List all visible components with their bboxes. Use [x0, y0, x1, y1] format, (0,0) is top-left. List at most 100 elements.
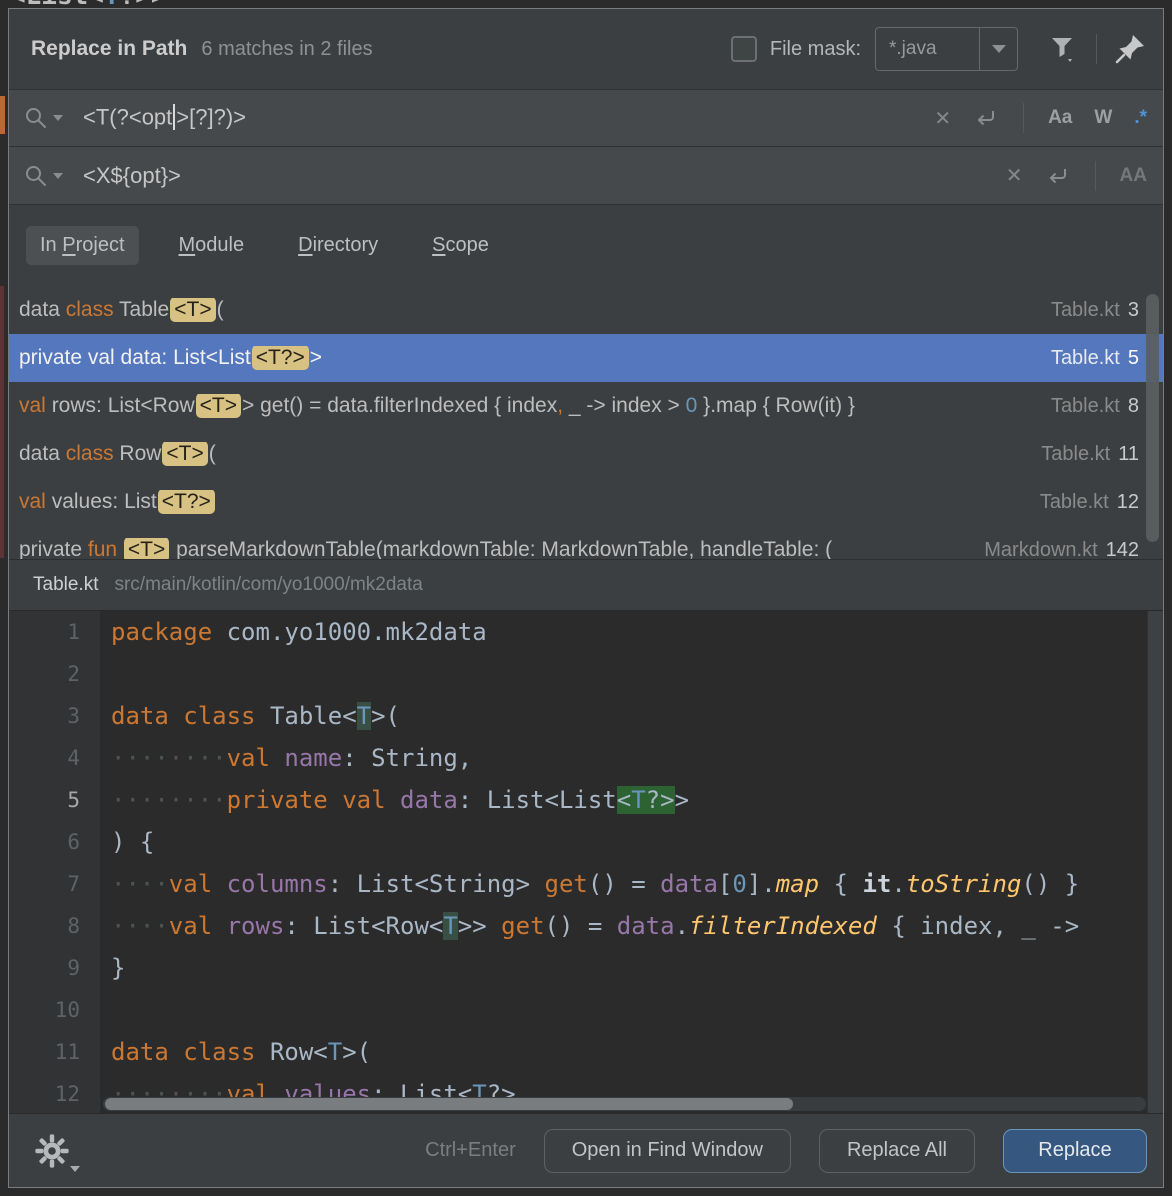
line-number: 6 [9, 821, 101, 863]
match-highlight: < [617, 786, 631, 814]
result-file-name: Table.kt [1041, 443, 1110, 465]
scope-tab-scope[interactable]: Scope [418, 226, 503, 265]
clear-search-button[interactable]: ✕ [934, 106, 951, 131]
result-row[interactable]: val rows: List<Row<T>> get() = data.filt… [9, 382, 1163, 430]
open-in-find-window-button[interactable]: Open in Find Window [544, 1129, 791, 1173]
result-row[interactable]: val values: List<T?>Table.kt12 [9, 478, 1163, 526]
code-line: 3data class Table<T>( [9, 695, 1163, 737]
background-gutter-mark [0, 96, 5, 134]
field-divider [1095, 161, 1096, 191]
code-segment: data class [111, 1038, 256, 1066]
file-mask-value: *.java [876, 38, 979, 60]
replace-input[interactable]: <X${opt}> [83, 163, 181, 189]
code-preview-editor[interactable]: 1package com.yo1000.mk2data23data class … [9, 611, 1163, 1113]
code-segment: : List<String> [328, 870, 545, 898]
search-input[interactable]: <T(?<opt>[?]?)> [83, 104, 246, 133]
match-highlight: <T?> [252, 346, 309, 370]
result-row[interactable]: data class Row<T>(Table.kt11 [9, 430, 1163, 478]
code-segment: >> [458, 912, 501, 940]
code-segment: ········ [111, 786, 227, 814]
filter-options-button[interactable] [1048, 33, 1078, 65]
editor-horizontal-scrollbar[interactable] [103, 1097, 1146, 1111]
chevron-down-icon [70, 1166, 80, 1172]
text-caret [173, 104, 175, 130]
code-segment: columns [227, 870, 328, 898]
code-segment: data class [111, 702, 256, 730]
result-file-name: Table.kt [1051, 299, 1120, 321]
code-line: 1package com.yo1000.mk2data [9, 611, 1163, 653]
result-row[interactable]: data class Table<T>(Table.kt3 [9, 286, 1163, 334]
editor-vertical-scrollbar[interactable] [1147, 611, 1163, 1113]
preserve-case-toggle[interactable]: AA [1120, 165, 1147, 187]
replace-field[interactable]: <X${opt}> ✕ AA [9, 147, 1163, 205]
match-highlight: T [443, 912, 457, 940]
result-row[interactable]: private fun <T> parseMarkdownTable(markd… [9, 526, 1163, 559]
replace-button[interactable]: Replace [1003, 1129, 1147, 1173]
result-line-number: 3 [1128, 299, 1139, 321]
scope-tab-directory[interactable]: Directory [284, 226, 392, 265]
settings-button[interactable] [33, 1132, 71, 1170]
code-segment: { [819, 870, 862, 898]
header-divider [1096, 34, 1097, 64]
result-row[interactable]: private val data: List<List<T?>>Table.kt… [9, 334, 1163, 382]
result-text: val values: List<T?> [19, 490, 1024, 514]
result-line-number: 8 [1128, 395, 1139, 417]
code-segment: class [66, 442, 120, 465]
code-text: data class Table<T>( [101, 695, 1163, 737]
scope-tabs: In Project Module Directory Scope [9, 205, 1163, 286]
code-segment: fun [88, 538, 123, 559]
replace-field-actions: ✕ AA [1006, 161, 1147, 191]
match-highlight: <T> [124, 538, 169, 559]
code-segment: data [617, 912, 675, 940]
scope-tab-in-project[interactable]: In Project [26, 226, 139, 265]
match-highlight: ?> [646, 786, 675, 814]
code-segment: get [545, 870, 588, 898]
file-mask-checkbox[interactable] [731, 36, 757, 62]
background-error-stripe [0, 286, 4, 558]
code-segment: com.yo1000.mk2data [212, 618, 487, 646]
code-line: 7····val columns: List<String> get() = d… [9, 863, 1163, 905]
search-history-button[interactable] [23, 105, 63, 131]
regex-toggle[interactable]: .* [1134, 107, 1147, 129]
line-number: 11 [9, 1031, 101, 1073]
replace-history-button[interactable] [23, 163, 63, 189]
code-text: package com.yo1000.mk2data [101, 611, 1163, 653]
whole-words-toggle[interactable]: W [1094, 107, 1112, 129]
search-field[interactable]: <T(?<opt>[?]?)> ✕ Aa W .* [9, 89, 1163, 147]
file-mask-dropdown-arrow[interactable] [979, 28, 1017, 70]
code-segment: T [328, 1038, 342, 1066]
results-scrollbar[interactable] [1146, 294, 1159, 542]
file-mask-combobox[interactable]: *.java [875, 27, 1018, 71]
match-highlight: T [357, 702, 371, 730]
code-segment: : List<List [458, 786, 617, 814]
code-segment: : String, [342, 744, 472, 772]
code-segment: filterIndexed [689, 912, 877, 940]
code-segment: ···· [111, 870, 169, 898]
replace-all-button[interactable]: Replace All [819, 1129, 975, 1173]
code-segment: }.map { Row(it) } [697, 394, 855, 417]
result-text: val rows: List<Row<T>> get() = data.filt… [19, 394, 1035, 418]
match-case-toggle[interactable]: Aa [1048, 107, 1072, 129]
screen: { "colors": { "selection_blue": "#5577BE… [0, 0, 1172, 1196]
insert-newline-icon[interactable] [973, 105, 999, 131]
scope-tab-module[interactable]: Module [165, 226, 259, 265]
code-text: } [101, 947, 1163, 989]
result-file-ref: Table.kt 3 [1051, 299, 1139, 322]
replace-in-path-dialog: Replace in Path 6 matches in 2 files Fil… [8, 8, 1164, 1188]
insert-newline-icon[interactable] [1045, 163, 1071, 189]
chevron-down-icon [53, 115, 63, 121]
code-segment: data [19, 298, 66, 321]
editor-horizontal-scrollbar-thumb[interactable] [105, 1098, 793, 1110]
shortcut-hint: Ctrl+Enter [425, 1139, 516, 1162]
code-segment: private val [227, 786, 386, 814]
code-text: ········val name: String, [101, 737, 1163, 779]
clear-replace-button[interactable]: ✕ [1006, 163, 1023, 188]
line-number: 3 [9, 695, 101, 737]
result-line-number: 11 [1118, 443, 1139, 465]
pin-dialog-button[interactable] [1113, 32, 1147, 66]
file-mask-label: File mask: [770, 38, 861, 61]
result-file-name: Table.kt [1040, 491, 1109, 513]
code-segment: val [19, 490, 46, 513]
search-field-actions: ✕ Aa W .* [934, 103, 1147, 133]
line-number: 4 [9, 737, 101, 779]
